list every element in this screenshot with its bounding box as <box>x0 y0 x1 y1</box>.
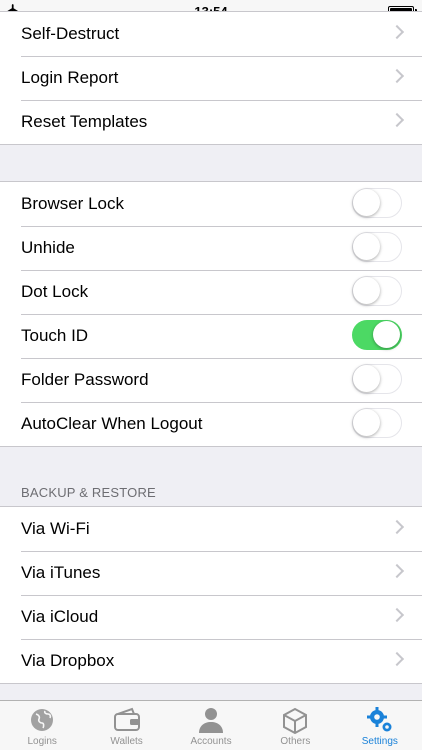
row-label: Touch ID <box>21 326 89 345</box>
row-label: Unhide <box>21 238 75 257</box>
row-label: Via iCloud <box>21 607 99 626</box>
row-touch-id: Touch ID <box>0 314 422 358</box>
row-label: Via Dropbox <box>21 651 115 670</box>
row-label: AutoClear When Logout <box>21 414 203 433</box>
box-icon <box>283 707 308 734</box>
row-login-report[interactable]: Login Report <box>0 56 422 100</box>
row-unhide: Unhide <box>0 226 422 270</box>
tab-others[interactable]: Others <box>253 701 337 750</box>
chevron-right-icon <box>389 651 405 667</box>
tab-label: Settings <box>361 736 398 747</box>
row-label: Browser Lock <box>21 194 124 213</box>
row-self-destruct[interactable]: Self-Destruct <box>0 12 422 56</box>
row-via-icloud[interactable]: Via iCloud <box>0 595 422 639</box>
row-folder-password: Folder Password <box>0 358 422 402</box>
globe-icon <box>31 709 54 731</box>
chevron-right-icon <box>389 607 405 623</box>
section-header-backup: BACKUP & RESTORE <box>21 485 156 500</box>
chevron-right-icon <box>389 24 405 40</box>
tab-settings[interactable]: Settings <box>338 701 422 750</box>
chevron-right-icon <box>389 112 405 128</box>
row-dot-lock: Dot Lock <box>0 270 422 314</box>
settings-group-security: Browser Lock Unhide Dot Lock Touch ID Fo… <box>0 181 422 447</box>
row-label: Via Wi-Fi <box>21 519 90 538</box>
tab-accounts[interactable]: Accounts <box>169 701 253 750</box>
unhide-toggle[interactable] <box>352 232 402 262</box>
touch-id-toggle[interactable] <box>352 320 402 350</box>
chevron-right-icon <box>389 519 405 535</box>
tab-label: Accounts <box>190 736 232 747</box>
tab-label: Logins <box>27 736 57 747</box>
person-icon <box>199 708 224 733</box>
dot-lock-toggle[interactable] <box>352 276 402 306</box>
autoclear-toggle[interactable] <box>352 408 402 438</box>
tab-logins[interactable]: Logins <box>0 701 84 750</box>
row-reset-templates[interactable]: Reset Templates <box>0 100 422 144</box>
row-label: Reset Templates <box>21 112 148 131</box>
chevron-right-icon <box>389 563 405 579</box>
browser-lock-toggle[interactable] <box>352 188 402 218</box>
row-autoclear-when-logout: AutoClear When Logout <box>0 402 422 446</box>
chevron-right-icon <box>389 68 405 84</box>
gear-icon <box>366 707 392 732</box>
row-label: Dot Lock <box>21 282 89 301</box>
row-label: Folder Password <box>21 370 149 389</box>
settings-group-general: Self-Destruct Login Report Reset Templat… <box>0 11 422 145</box>
tab-label: Others <box>280 736 311 747</box>
folder-password-toggle[interactable] <box>352 364 402 394</box>
settings-group-backup: Via Wi-Fi Via iTunes Via iCloud Via Drop… <box>0 506 422 684</box>
wallet-icon <box>113 707 140 731</box>
row-label: Self-Destruct <box>21 24 120 43</box>
row-label: Login Report <box>21 68 119 87</box>
row-via-itunes[interactable]: Via iTunes <box>0 551 422 595</box>
tab-wallets[interactable]: Wallets <box>84 701 168 750</box>
row-label: Via iTunes <box>21 563 101 582</box>
row-via-wifi[interactable]: Via Wi-Fi <box>0 507 422 551</box>
tab-bar: Logins Wallets Accounts Others Settings <box>0 700 422 750</box>
tab-label: Wallets <box>110 736 143 747</box>
row-via-dropbox[interactable]: Via Dropbox <box>0 639 422 683</box>
row-browser-lock: Browser Lock <box>0 182 422 226</box>
